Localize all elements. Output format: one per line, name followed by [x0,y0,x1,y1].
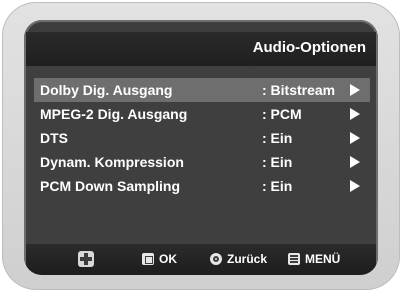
menu-item-dolby-digital-output[interactable]: Dolby Dig. Ausgang : Bitstream [34,78,370,102]
arrow-right-icon [350,180,360,192]
ok-button-icon [142,253,154,265]
menu-hint[interactable]: MENÜ [288,252,340,266]
arrow-right-icon [350,108,360,120]
ok-hint[interactable]: OK [142,252,177,266]
arrow-right-icon [350,156,360,168]
menu-item-value: : Bitstream [262,82,336,98]
menu-item-dts[interactable]: DTS : Ein [34,126,370,150]
back-hint[interactable]: Zurück [210,252,267,266]
menu-item-label: DTS [40,130,68,146]
menu-item-value: : Ein [262,130,293,146]
return-icon [210,253,222,265]
menu-button-icon [288,253,300,265]
menu-list: Dolby Dig. Ausgang : Bitstream MPEG-2 Di… [26,66,376,244]
ok-label: OK [159,252,177,266]
nav-hint [78,251,94,267]
menu-item-label: PCM Down Sampling [40,178,180,194]
menu-header: Audio-Optionen [26,32,376,66]
menu-item-value: : Ein [262,178,293,194]
button-hint-bar: OK Zurück MENÜ [26,244,376,275]
menu-label: MENÜ [305,252,341,266]
back-label: Zurück [227,252,268,266]
menu-item-mpeg2-digital-output[interactable]: MPEG-2 Dig. Ausgang : PCM [34,102,370,126]
menu-item-value: : Ein [262,154,293,170]
menu-item-value: : PCM [262,106,302,122]
osd-screen: Audio-Optionen Dolby Dig. Ausgang : Bits… [24,20,378,275]
menu-item-dynamic-compression[interactable]: Dynam. Kompression : Ein [34,150,370,174]
menu-item-label: MPEG-2 Dig. Ausgang [40,106,188,122]
page-title: Audio-Optionen [252,39,366,56]
dpad-icon [78,251,94,267]
menu-item-label: Dynam. Kompression [40,154,184,170]
menu-item-pcm-down-sampling[interactable]: PCM Down Sampling : Ein [34,174,370,198]
menu-item-label: Dolby Dig. Ausgang [40,82,173,98]
arrow-right-icon [350,84,360,96]
arrow-right-icon [350,132,360,144]
